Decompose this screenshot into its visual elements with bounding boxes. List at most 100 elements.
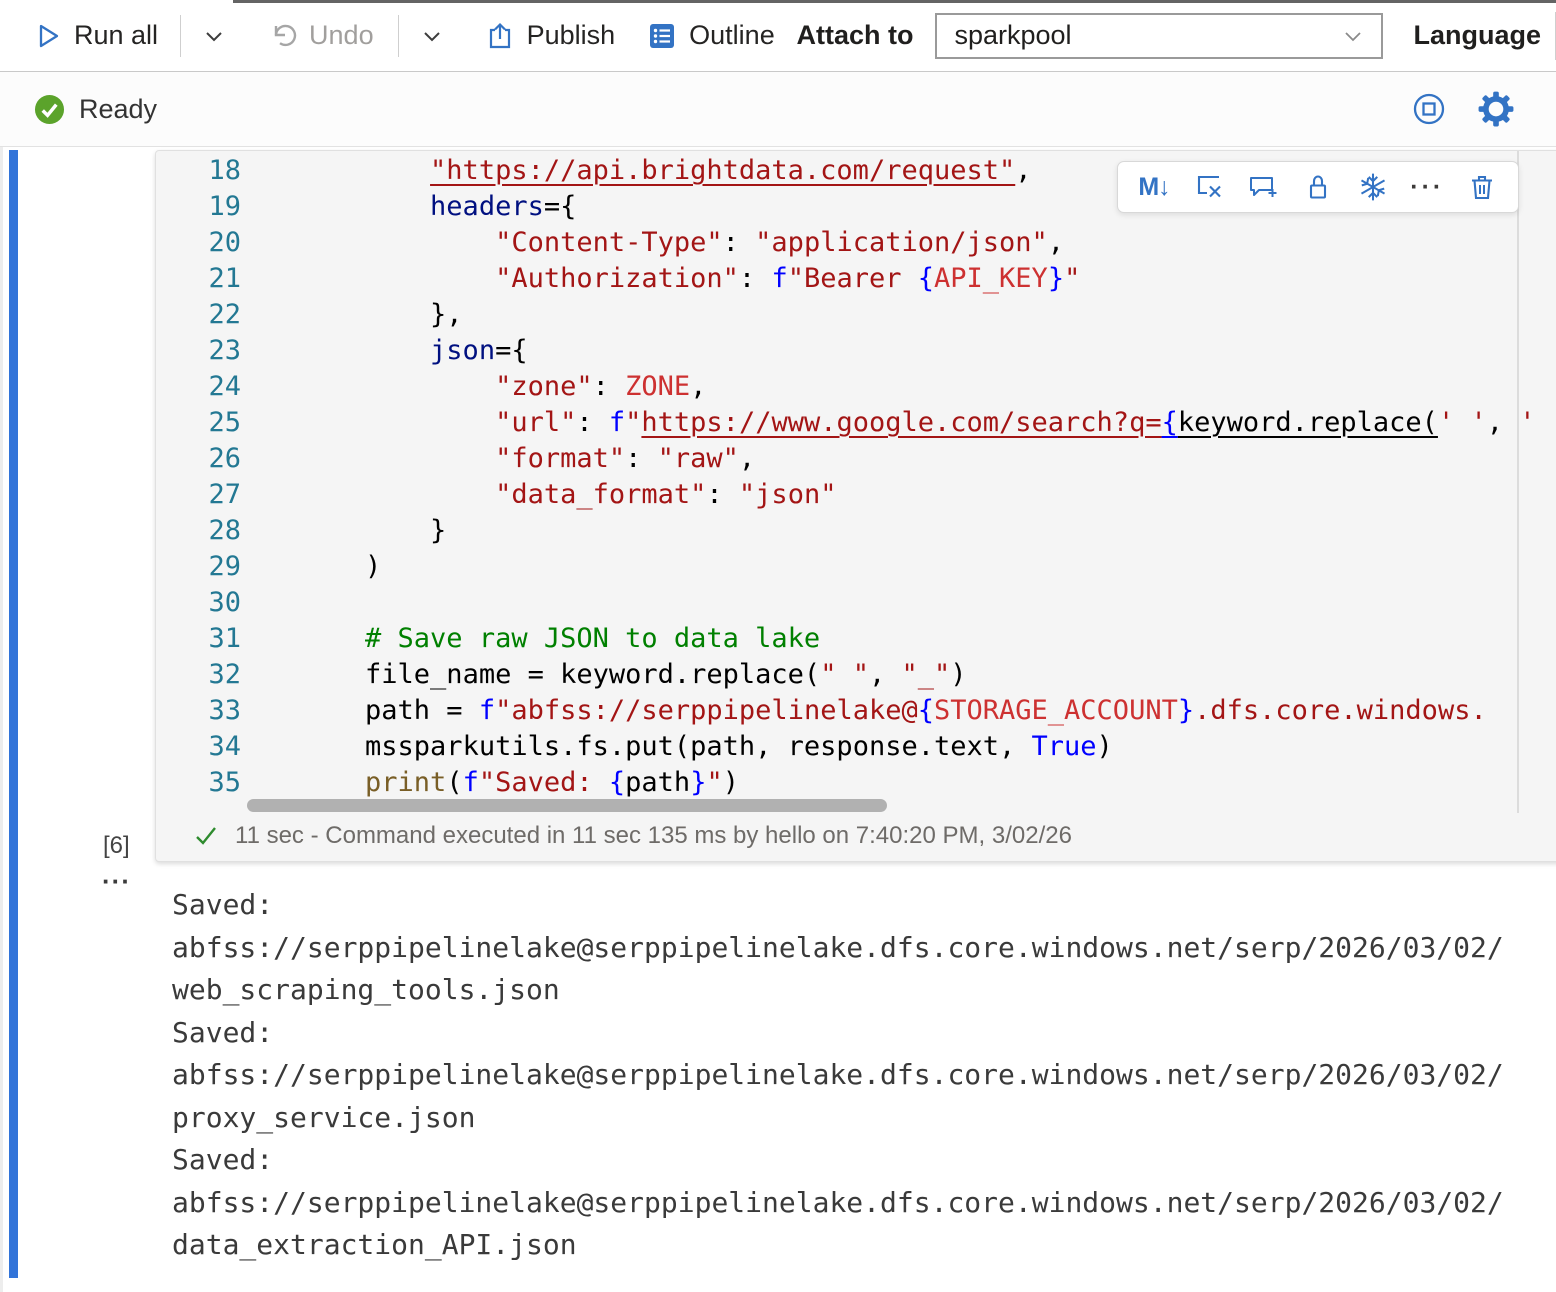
line-number: 21 bbox=[156, 261, 241, 297]
clear-output-icon bbox=[1193, 171, 1225, 203]
line-number: 23 bbox=[156, 333, 241, 369]
code-line: 25 "url": f"https://www.google.com/searc… bbox=[156, 405, 1533, 441]
lock-icon bbox=[1303, 172, 1333, 202]
code-line: 35 print(f"Saved: {path}") bbox=[156, 765, 1533, 801]
publish-label: Publish bbox=[527, 20, 616, 51]
run-all-dropdown[interactable] bbox=[201, 23, 227, 49]
line-number: 20 bbox=[156, 225, 241, 261]
line-number: 28 bbox=[156, 513, 241, 549]
run-all-button[interactable]: Run all bbox=[34, 20, 158, 51]
trash-icon bbox=[1467, 172, 1497, 202]
chevron-down-icon bbox=[201, 23, 227, 49]
lock-cell-button[interactable] bbox=[1301, 168, 1335, 206]
run-all-label: Run all bbox=[74, 20, 158, 51]
session-status-bar: Ready bbox=[0, 72, 1556, 147]
code-editor[interactable]: 18 "https://api.brightdata.com/request",… bbox=[156, 153, 1533, 801]
clear-output-button[interactable] bbox=[1192, 168, 1226, 206]
add-comment-button[interactable] bbox=[1246, 168, 1280, 206]
line-number: 31 bbox=[156, 621, 241, 657]
snowflake-icon bbox=[1357, 171, 1389, 203]
cell-selection-indicator bbox=[9, 150, 18, 1278]
success-check-icon bbox=[193, 823, 219, 849]
spark-pool-select[interactable]: sparkpool bbox=[935, 13, 1383, 59]
line-number: 26 bbox=[156, 441, 241, 477]
notebook-body: 18 "https://api.brightdata.com/request",… bbox=[0, 147, 1556, 1292]
chevron-down-icon bbox=[1339, 22, 1367, 50]
code-line: 32 file_name = keyword.replace(" ", "_") bbox=[156, 657, 1533, 693]
stop-session-icon[interactable] bbox=[1412, 92, 1446, 126]
output-line: data_extraction_API.json bbox=[172, 1224, 1526, 1267]
outline-icon bbox=[647, 21, 677, 51]
output-line: Saved: bbox=[172, 1139, 1526, 1182]
toolbar-divider bbox=[398, 15, 399, 57]
output-line: Saved: bbox=[172, 884, 1526, 927]
cell-output: Saved:abfss://serppipelinelake@serppipel… bbox=[172, 884, 1526, 1267]
play-icon bbox=[34, 22, 62, 50]
output-line: abfss://serppipelinelake@serppipelinelak… bbox=[172, 1054, 1526, 1097]
undo-dropdown[interactable] bbox=[419, 23, 445, 49]
code-line: 20 "Content-Type": "application/json", bbox=[156, 225, 1533, 261]
code-line: 33 path = f"abfss://serppipelinelake@{ST… bbox=[156, 693, 1533, 729]
outline-label: Outline bbox=[689, 20, 775, 51]
session-status-text: Ready bbox=[79, 94, 157, 125]
freeze-cell-button[interactable] bbox=[1356, 168, 1390, 206]
output-line: web_scraping_tools.json bbox=[172, 969, 1526, 1012]
code-line: 29 ) bbox=[156, 549, 1533, 585]
output-line: Saved: bbox=[172, 1012, 1526, 1055]
undo-label: Undo bbox=[309, 20, 374, 51]
ready-check-icon bbox=[34, 94, 65, 125]
code-line: 21 "Authorization": f"Bearer {API_KEY}" bbox=[156, 261, 1533, 297]
chevron-down-icon bbox=[419, 23, 445, 49]
code-line: 24 "zone": ZONE, bbox=[156, 369, 1533, 405]
output-line: proxy_service.json bbox=[172, 1097, 1526, 1140]
undo-button[interactable]: Undo bbox=[267, 20, 374, 51]
code-cell[interactable]: 18 "https://api.brightdata.com/request",… bbox=[155, 150, 1556, 862]
language-label: Language bbox=[1413, 20, 1541, 51]
execution-count: [6] bbox=[103, 832, 130, 860]
horizontal-scrollbar[interactable] bbox=[247, 799, 887, 812]
output-line: abfss://serppipelinelake@serppipelinelak… bbox=[172, 1182, 1526, 1225]
line-number: 25 bbox=[156, 405, 241, 441]
code-line: 22 }, bbox=[156, 297, 1533, 333]
code-line: 31 # Save raw JSON to data lake bbox=[156, 621, 1533, 657]
more-icon: ··· bbox=[1410, 173, 1444, 202]
add-comment-icon bbox=[1247, 171, 1279, 203]
cell-toolbar: M↓ bbox=[1117, 161, 1519, 213]
line-number: 33 bbox=[156, 693, 241, 729]
code-line: 23 json={ bbox=[156, 333, 1533, 369]
outline-button[interactable]: Outline bbox=[647, 20, 775, 51]
line-number: 18 bbox=[156, 153, 241, 189]
output-more-button[interactable]: ··· bbox=[102, 871, 131, 891]
settings-gear-icon[interactable] bbox=[1478, 91, 1514, 127]
code-line: 30 bbox=[156, 585, 1533, 621]
undo-icon bbox=[267, 21, 297, 51]
code-line: 34 mssparkutils.fs.put(path, response.te… bbox=[156, 729, 1533, 765]
convert-to-markdown-button[interactable]: M↓ bbox=[1137, 168, 1171, 206]
line-number: 19 bbox=[156, 189, 241, 225]
line-number: 34 bbox=[156, 729, 241, 765]
code-line: 26 "format": "raw", bbox=[156, 441, 1533, 477]
toolbar-divider bbox=[180, 15, 181, 57]
delete-cell-button[interactable] bbox=[1465, 168, 1499, 206]
notebook-toolbar: Run all Undo Publish O bbox=[0, 0, 1556, 72]
more-actions-button[interactable]: ··· bbox=[1410, 168, 1444, 206]
left-edge-line bbox=[0, 147, 3, 1292]
line-number: 22 bbox=[156, 297, 241, 333]
output-line: abfss://serppipelinelake@serppipelinelak… bbox=[172, 927, 1526, 970]
window-top-border bbox=[233, 0, 1556, 3]
line-number: 29 bbox=[156, 549, 241, 585]
line-number: 32 bbox=[156, 657, 241, 693]
markdown-icon: M↓ bbox=[1138, 173, 1169, 202]
publish-button[interactable]: Publish bbox=[485, 20, 616, 51]
line-number: 30 bbox=[156, 585, 241, 621]
execution-status-text: 11 sec - Command executed in 11 sec 135 … bbox=[235, 822, 1072, 850]
line-number: 24 bbox=[156, 369, 241, 405]
publish-icon bbox=[485, 21, 515, 51]
code-line: 27 "data_format": "json" bbox=[156, 477, 1533, 513]
attach-to-label: Attach to bbox=[796, 20, 913, 51]
line-number: 27 bbox=[156, 477, 241, 513]
line-number: 35 bbox=[156, 765, 241, 801]
spark-pool-value: sparkpool bbox=[954, 20, 1071, 51]
cell-status-row: 11 sec - Command executed in 11 sec 135 … bbox=[156, 817, 1072, 855]
code-line: 28 } bbox=[156, 513, 1533, 549]
